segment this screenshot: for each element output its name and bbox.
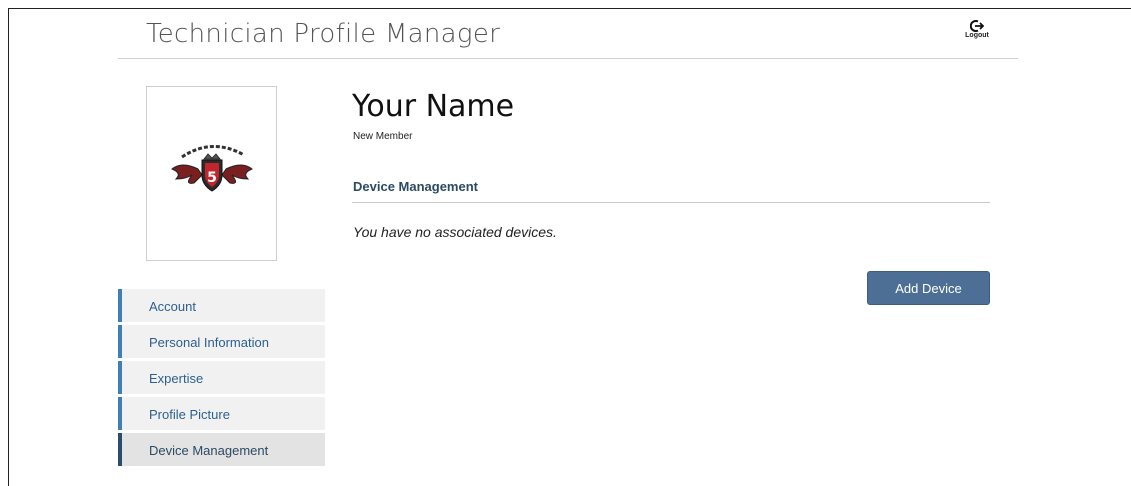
section-divider: [352, 202, 990, 203]
logout-label: Logout: [965, 32, 989, 39]
svg-text:5: 5: [207, 170, 217, 186]
empty-devices-message: You have no associated devices.: [353, 224, 557, 240]
logout-icon: [970, 20, 984, 32]
sidebar-item-profile-picture[interactable]: Profile Picture: [118, 397, 325, 430]
performance-is-king-logo: 5: [171, 145, 253, 192]
header-divider: [118, 58, 1018, 59]
sidebar-item-label: Account: [149, 299, 196, 314]
sidebar-item-personal-information[interactable]: Personal Information: [118, 325, 325, 358]
sidebar-item-label: Profile Picture: [149, 407, 230, 422]
logout-button[interactable]: Logout: [960, 20, 994, 40]
sidebar-item-device-management[interactable]: Device Management: [118, 433, 325, 466]
sidebar-item-label: Personal Information: [149, 335, 269, 350]
add-device-button[interactable]: Add Device: [867, 271, 990, 305]
sidebar-item-expertise[interactable]: Expertise: [118, 361, 325, 394]
sidebar-item-label: Device Management: [149, 443, 269, 458]
member-status: New Member: [353, 131, 413, 142]
section-heading: Device Management: [353, 179, 478, 194]
profile-picture: 5: [146, 86, 277, 261]
sidebar-nav: Account Personal Information Expertise P…: [118, 289, 325, 469]
sidebar-item-account[interactable]: Account: [118, 289, 325, 322]
sidebar-item-label: Expertise: [149, 371, 204, 386]
app-title: Technician Profile Manager: [146, 19, 501, 49]
profile-name: Your Name: [352, 89, 515, 124]
